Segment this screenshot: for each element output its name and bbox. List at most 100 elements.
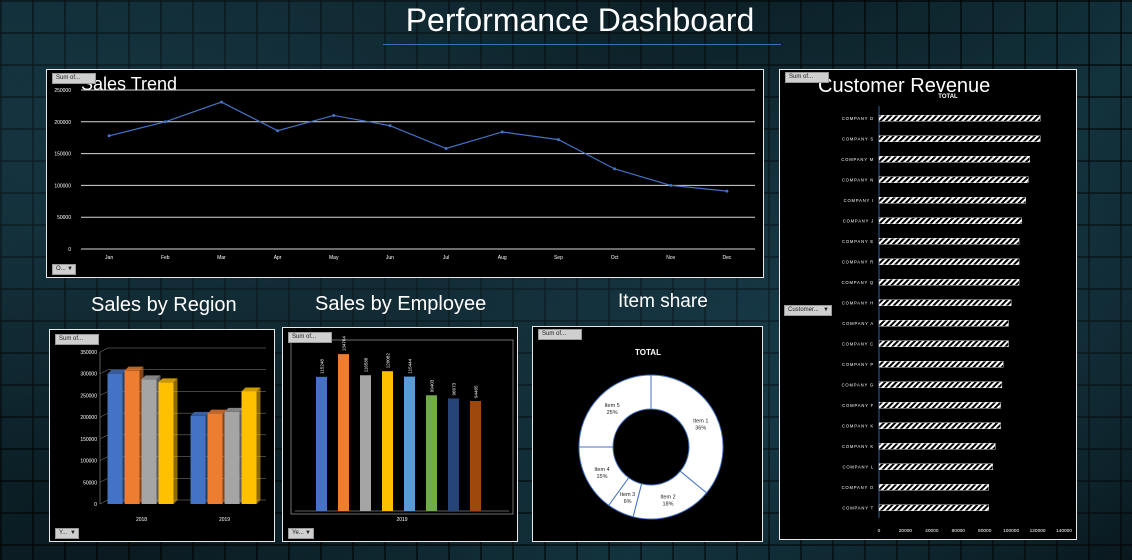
data-point — [444, 147, 448, 151]
bar — [241, 391, 257, 504]
slice-percent: 18% — [662, 501, 673, 507]
sales-by-region-field-button[interactable]: Sum of... — [55, 334, 99, 345]
pie-slice — [650, 374, 724, 494]
bar — [878, 115, 1041, 122]
customer-revenue-title: Customer Revenue — [818, 75, 991, 97]
y-tick-label: COMPANY C — [842, 341, 874, 346]
x-tick-label: Feb — [161, 255, 170, 261]
data-label: 115444 — [408, 358, 413, 373]
data-point — [669, 183, 673, 187]
x-tick-label: 120000 — [1030, 528, 1046, 534]
filter-button-label: Y... — [59, 530, 68, 536]
bar-side — [173, 378, 178, 504]
x-tick-label: 0 — [878, 528, 881, 534]
dashboard-title: Performance Dashboard — [405, 2, 755, 38]
y-tick-label: 200000 — [54, 120, 71, 126]
customer-revenue-field-button[interactable]: Sum of... — [785, 72, 829, 83]
bar — [878, 299, 1012, 306]
x-tick-label: Jul — [443, 255, 449, 261]
data-label: 116588 — [364, 357, 369, 372]
bar — [878, 402, 1001, 409]
x-tick-label: Sep — [554, 255, 563, 261]
title-underline — [383, 44, 781, 45]
y-tick-label: COMPANY G — [842, 382, 874, 387]
slice-percent: 36% — [695, 426, 706, 432]
sales-line — [108, 101, 727, 192]
x-tick-label: 100000 — [1003, 528, 1019, 534]
bar — [404, 376, 415, 511]
x-tick-label: 20000 — [899, 528, 913, 534]
x-tick-label: Apr — [274, 255, 282, 261]
slice-label: Item 4 — [594, 467, 609, 473]
sales-by-region-filter-button[interactable]: Y... ▼ — [55, 528, 79, 539]
data-point — [276, 129, 280, 133]
data-point — [725, 189, 729, 193]
y-tick-label: 50000 — [57, 215, 71, 221]
slice-label: Item 2 — [660, 494, 675, 500]
item-share-panel: TOTAL Item 1 36% Item 2 18% Item 3 6% Item 4 15%… — [532, 326, 763, 542]
y-tick-label: COMPANY K — [842, 444, 874, 449]
y-tick-label: COMPANY L — [843, 464, 874, 469]
x-tick-label: 140000 — [1056, 528, 1072, 534]
sales-by-employee-title: Sales by Employee — [315, 293, 487, 315]
x-tick-label: Oct — [611, 255, 619, 261]
bar — [878, 176, 1029, 183]
sales-by-employee-panel: 115248 134764 116588 120082 115444 99403 96673… — [282, 327, 518, 542]
slice-percent: 25% — [607, 410, 618, 416]
sales-by-employee-chart: 115248 134764 116588 120082 115444 99403 96673… — [290, 336, 514, 523]
y-tick-label: 100000 — [80, 459, 97, 465]
filter-button-label: Ye... — [292, 530, 304, 536]
bar — [878, 361, 1004, 368]
bar — [878, 258, 1020, 265]
x-tick-label: 60000 — [952, 528, 966, 534]
filter-button-label: O... — [56, 266, 66, 272]
data-label: 99403 — [430, 379, 435, 392]
sales-trend-filter-button[interactable]: O... ▼ — [52, 264, 76, 275]
bar — [158, 382, 174, 504]
filter-button-label: Customer... — [788, 307, 819, 313]
sales-trend-field-button[interactable]: Sum of... — [52, 73, 96, 84]
sales-by-employee-filter-button[interactable]: Ye... ▼ — [288, 528, 314, 539]
sales-by-region-panel: 0 50000 100000 150000 200000 250000 300000 3500… — [49, 329, 275, 542]
y-tick-label: 350000 — [80, 350, 97, 356]
bar — [360, 375, 371, 511]
data-point — [556, 138, 560, 142]
sales-by-region-title: Sales by Region — [91, 294, 237, 316]
item-share-title: Item share — [618, 291, 708, 312]
y-tick-label: COMPANY Q — [842, 280, 874, 285]
sales-by-employee-field-button[interactable]: Sum of... — [288, 332, 332, 343]
data-point — [163, 120, 167, 124]
y-tick-label: 0 — [94, 502, 97, 508]
bar — [878, 463, 993, 470]
customer-revenue-filter-button[interactable]: Customer... ▼ — [784, 305, 832, 316]
data-label: 120082 — [386, 353, 391, 369]
y-tick-label: 150000 — [80, 437, 97, 443]
slice-label: Item 5 — [604, 403, 619, 409]
bar — [107, 373, 123, 504]
item-share-field-button[interactable]: Sum of... — [538, 329, 582, 340]
bar — [878, 504, 989, 511]
slice-percent: 15% — [596, 474, 607, 480]
gridline — [99, 347, 266, 353]
pie-title: TOTAL — [635, 348, 661, 357]
x-tick-label: 40000 — [925, 528, 939, 534]
bar — [878, 381, 1003, 388]
chevron-down-icon: ▼ — [67, 266, 73, 272]
bar — [878, 135, 1041, 142]
x-tick-label: Jan — [105, 255, 113, 261]
y-tick-label: COMPANY N — [842, 177, 874, 182]
bar — [878, 443, 996, 450]
x-tick-label: Jun — [386, 255, 394, 261]
y-tick-label: COMPANY J — [843, 218, 874, 223]
y-tick-label: 0 — [68, 247, 71, 253]
bar — [878, 238, 1020, 245]
x-tick-label: May — [329, 255, 339, 261]
y-tick-label: COMPANY D — [842, 116, 874, 121]
data-point — [500, 130, 504, 134]
bar — [878, 484, 989, 491]
y-tick-label: COMPANY I — [844, 198, 874, 203]
bar — [878, 422, 1001, 429]
slice-label: Item 1 — [693, 419, 708, 425]
y-tick-label: COMPANY F — [842, 403, 874, 408]
data-label: 134764 — [342, 336, 347, 352]
